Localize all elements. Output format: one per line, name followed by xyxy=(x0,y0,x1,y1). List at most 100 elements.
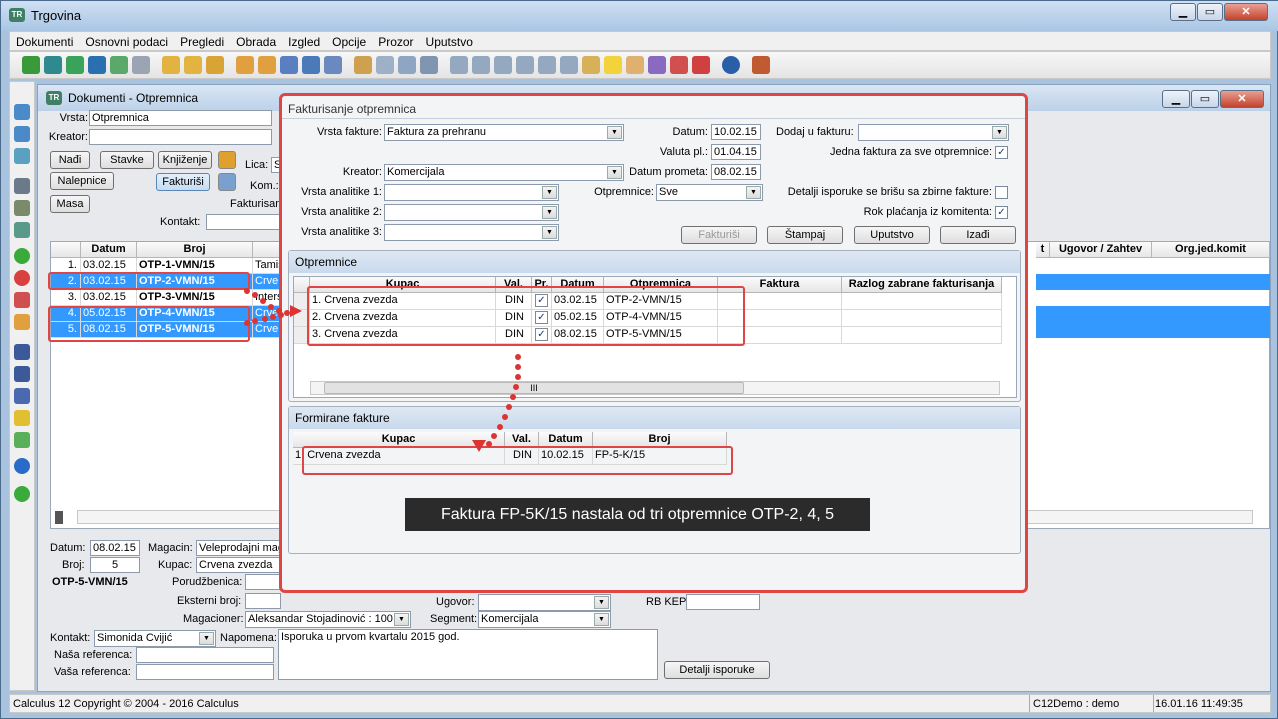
detalji-isporuke-button[interactable]: Detalji isporuke xyxy=(664,661,770,679)
binoculars-icon[interactable] xyxy=(14,344,30,360)
toolbar-panel2-icon[interactable] xyxy=(472,56,490,74)
side-window-icon[interactable] xyxy=(14,104,30,120)
user-info-icon[interactable] xyxy=(218,151,236,169)
sort-az-icon[interactable] xyxy=(14,388,30,404)
nadji-button[interactable]: Nađi xyxy=(50,151,90,169)
grid-header-orgjed[interactable]: Org.jed.komit xyxy=(1152,242,1270,258)
porudzbenica-field[interactable] xyxy=(245,574,281,590)
magacin-field[interactable]: Veleprodajni mag xyxy=(196,540,281,556)
menu-dokumenti[interactable]: Dokumenti xyxy=(10,32,79,49)
dialog-kreator-dropdown[interactable]: Komercijala ▼ xyxy=(384,164,624,181)
exit-icon[interactable] xyxy=(752,56,770,74)
side-grid-icon[interactable] xyxy=(14,148,30,164)
toolbar-report-icon[interactable] xyxy=(670,56,688,74)
nasa-referenca-field[interactable] xyxy=(136,647,274,663)
side-expand-icon[interactable] xyxy=(14,432,30,448)
toolbar-export-icon[interactable] xyxy=(88,56,106,74)
toolbar-refresh-icon[interactable] xyxy=(66,56,84,74)
otpremnice-dropdown[interactable]: Sve ▼ xyxy=(656,184,763,201)
napomena-field[interactable]: Isporuka u prvom kvartalu 2015 god. xyxy=(278,629,658,680)
toolbar-save-icon[interactable] xyxy=(302,56,320,74)
close-button[interactable]: ✕ xyxy=(1224,3,1268,21)
lightbulb-icon[interactable] xyxy=(604,56,622,74)
side-go-icon[interactable] xyxy=(14,486,30,502)
toolbar-doc-icon[interactable] xyxy=(582,56,600,74)
dodaj-u-fakturu-dropdown[interactable]: ▼ xyxy=(858,124,1009,141)
child-minimize-button[interactable]: ▁ xyxy=(1162,90,1190,108)
dialog-datum-field[interactable]: 10.02.15 xyxy=(711,124,761,140)
side-edit-icon[interactable] xyxy=(14,314,30,330)
toolbar-archive-icon[interactable] xyxy=(206,56,224,74)
invoice-options-icon[interactable] xyxy=(218,173,236,191)
toolbar-panel4-icon[interactable] xyxy=(516,56,534,74)
side-preview-icon[interactable] xyxy=(14,200,30,216)
menu-izgled[interactable]: Izgled xyxy=(282,32,326,49)
nalepnice-button[interactable]: Nalepnice xyxy=(50,172,114,190)
vrsta-fakture-dropdown[interactable]: Faktura za prehranu ▼ xyxy=(384,124,624,141)
rb-kepu-field[interactable] xyxy=(686,594,760,610)
jedna-faktura-checkbox[interactable]: ✓ xyxy=(995,146,1008,159)
toolbar-window-icon[interactable] xyxy=(376,56,394,74)
side-window2-icon[interactable] xyxy=(14,126,30,142)
filter-icon[interactable] xyxy=(14,410,30,426)
toolbar-new-icon[interactable] xyxy=(22,56,40,74)
menu-pregledi[interactable]: Pregledi xyxy=(174,32,230,49)
izadji-button[interactable]: Izađi xyxy=(940,226,1016,244)
help-icon[interactable] xyxy=(722,56,740,74)
toolbar-pen-icon[interactable] xyxy=(280,56,298,74)
broj-field[interactable]: 5 xyxy=(90,557,140,573)
datum-prometa-field[interactable]: 08.02.15 xyxy=(711,164,761,180)
toolbar-note-icon[interactable] xyxy=(258,56,276,74)
kontakt-dropdown[interactable]: Simonida Cvijić ▼ xyxy=(94,630,216,647)
analitika1-dropdown[interactable]: ▼ xyxy=(384,184,559,201)
toolbar-sum-icon[interactable] xyxy=(398,56,416,74)
toolbar-folder-out-icon[interactable] xyxy=(184,56,202,74)
analitika2-dropdown[interactable]: ▼ xyxy=(384,204,559,221)
analitika3-dropdown[interactable]: ▼ xyxy=(384,224,559,241)
tag-icon[interactable] xyxy=(626,56,644,74)
binoculars-next-icon[interactable] xyxy=(14,366,30,382)
stavke-button[interactable]: Stavke xyxy=(100,151,154,169)
valuta-field[interactable]: 01.04.15 xyxy=(711,144,761,160)
grid-header-t[interactable]: t xyxy=(1036,242,1050,258)
toolbar-panel3-icon[interactable] xyxy=(494,56,512,74)
rok-placanja-checkbox[interactable]: ✓ xyxy=(995,206,1008,219)
toolbar-copy-icon[interactable] xyxy=(354,56,372,74)
toolbar-panel5-icon[interactable] xyxy=(538,56,556,74)
remove-icon[interactable] xyxy=(14,270,30,286)
menu-prozor[interactable]: Prozor xyxy=(372,32,419,49)
toolbar-table-icon[interactable] xyxy=(420,56,438,74)
grid-header-datum[interactable]: Datum xyxy=(81,242,137,258)
minimize-button[interactable]: ▁ xyxy=(1170,3,1196,21)
otp-scroll-thumb[interactable]: III xyxy=(324,382,744,394)
toolbar-edit-icon[interactable] xyxy=(236,56,254,74)
vasa-referenca-field[interactable] xyxy=(136,664,274,680)
child-maximize-button[interactable]: ▭ xyxy=(1191,90,1219,108)
uputstvo-button[interactable]: Uputstvo xyxy=(854,226,930,244)
maximize-button[interactable]: ▭ xyxy=(1197,3,1223,21)
gem-icon[interactable] xyxy=(692,56,710,74)
otp-header-razlog[interactable]: Razlog zabrane fakturisanja xyxy=(842,277,1002,293)
toolbar-panel1-icon[interactable] xyxy=(450,56,468,74)
toolbar-panel6-icon[interactable] xyxy=(560,56,578,74)
toolbar-open-icon[interactable] xyxy=(44,56,62,74)
toolbar-folder-in-icon[interactable] xyxy=(162,56,180,74)
grid-header-broj[interactable]: Broj xyxy=(137,242,253,258)
undo-icon[interactable] xyxy=(14,292,30,308)
add-icon[interactable] xyxy=(14,248,30,264)
menu-uputstvo[interactable]: Uputstvo xyxy=(420,32,479,49)
stampaj-button[interactable]: Štampaj xyxy=(767,226,843,244)
magacioner-dropdown[interactable]: Aleksandar Stojadinović : 100 ▼ xyxy=(245,611,411,628)
side-help-icon[interactable] xyxy=(14,458,30,474)
datum-field[interactable]: 08.02.15 xyxy=(90,540,140,556)
segment-dropdown[interactable]: Komercijala ▼ xyxy=(478,611,611,628)
toolbar-list-icon[interactable] xyxy=(132,56,150,74)
dialog-fakturisi-button[interactable]: Fakturiši xyxy=(681,226,757,244)
kontakt-top-field[interactable] xyxy=(206,214,281,230)
kupac-field[interactable]: Crvena zvezda xyxy=(196,557,281,573)
kreator-field[interactable] xyxy=(89,129,272,145)
child-close-button[interactable]: ✕ xyxy=(1220,90,1264,108)
eksterni-broj-field[interactable] xyxy=(245,593,281,609)
menu-obrada[interactable]: Obrada xyxy=(230,32,282,49)
menu-osnovni-podaci[interactable]: Osnovni podaci xyxy=(79,32,174,49)
